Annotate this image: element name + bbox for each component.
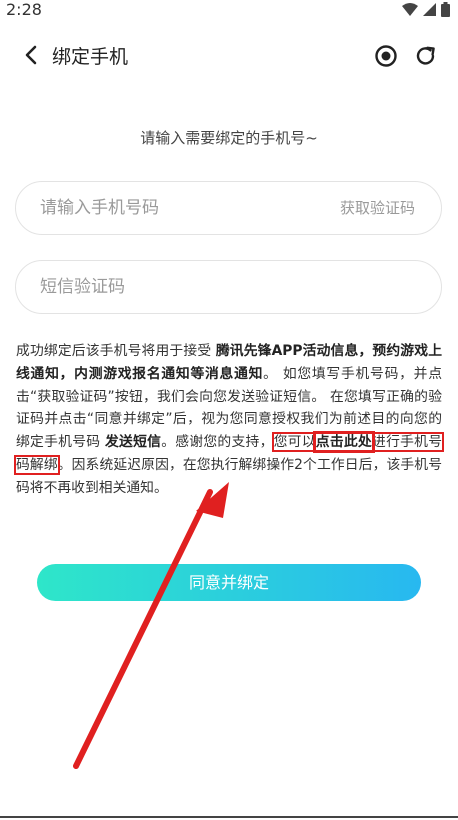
notice-boxed-pre: 您可以 bbox=[273, 434, 316, 451]
target-button[interactable] bbox=[374, 44, 398, 68]
page-title: 绑定手机 bbox=[52, 46, 129, 68]
bind-prompt: 请输入需要绑定的手机号~ bbox=[140, 129, 318, 147]
unbind-link[interactable]: 点击此处 bbox=[312, 431, 376, 454]
notice-bold-2: 发送短信 bbox=[104, 434, 162, 451]
signal-icon bbox=[423, 3, 436, 16]
refresh-icon bbox=[416, 46, 435, 65]
battery-icon bbox=[441, 2, 450, 17]
header: 绑定手机 bbox=[0, 36, 458, 74]
notice-part-4: 。因系统延迟原因，在您执行解绑操作2个工作日后，该手机号码将不再收到相关通知。 bbox=[16, 456, 443, 496]
bottom-divider bbox=[0, 816, 458, 818]
sms-code-input[interactable] bbox=[40, 261, 420, 313]
agree-bind-button[interactable]: 同意并绑定 bbox=[37, 564, 421, 601]
refresh-button[interactable] bbox=[414, 44, 438, 68]
notice-part-1: 成功绑定后该手机号将用于接受 bbox=[16, 343, 216, 359]
sms-field-container bbox=[15, 260, 442, 314]
get-code-button[interactable]: 获取验证码 bbox=[340, 197, 415, 218]
phone-input[interactable] bbox=[40, 182, 320, 234]
status-icons bbox=[402, 2, 450, 17]
notice-text: 成功绑定后该手机号将用于接受 腾讯先锋APP活动信息，预约游戏上线通知，内测游戏… bbox=[13, 340, 445, 500]
notice-part-3: 。感谢您的支持， bbox=[161, 434, 274, 451]
status-bar: 2:28 bbox=[0, 0, 458, 20]
chevron-left-icon bbox=[25, 45, 37, 65]
target-icon bbox=[375, 45, 397, 67]
wifi-icon bbox=[402, 3, 418, 16]
phone-field-container: 获取验证码 bbox=[15, 181, 442, 235]
status-time: 2:28 bbox=[6, 0, 42, 19]
back-button[interactable] bbox=[22, 44, 42, 66]
